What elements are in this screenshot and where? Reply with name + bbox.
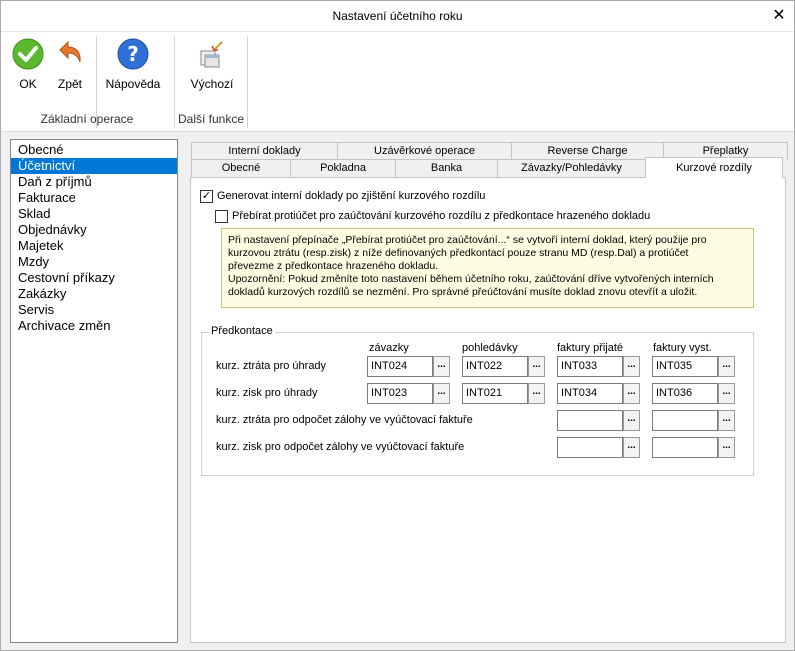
svg-text:?: ? — [127, 42, 139, 66]
sidebar-item-orders[interactable]: Objednávky — [11, 222, 177, 238]
browse-button[interactable]: ... — [718, 437, 735, 458]
sidebar-item-assets[interactable]: Majetek — [11, 238, 177, 254]
ok-button[interactable]: OK — [9, 38, 47, 91]
help-icon: ? — [117, 38, 149, 70]
default-label: Výchozí — [190, 77, 234, 91]
default-settings-icon — [200, 41, 223, 68]
back-button[interactable]: Zpět — [51, 38, 89, 91]
browse-button[interactable]: ... — [623, 437, 640, 458]
sidebar-item-service[interactable]: Servis — [11, 302, 177, 318]
title-bar: Nastavení účetního roku ✕ — [1, 1, 794, 32]
info-note: Při nastavení přepínače „Přebírat protiú… — [221, 228, 754, 308]
predkontace-field-issued-invoices[interactable]: INT036 — [652, 383, 718, 404]
predkontace-row-label: kurz. ztráta pro úhrady — [216, 360, 327, 372]
predkontace-field-payables[interactable]: INT024 — [367, 356, 433, 377]
predkontace-row-label: kurz. zisk pro úhrady — [216, 387, 318, 399]
browse-button[interactable]: ... — [528, 356, 545, 377]
tab-cash-desk[interactable]: Pokladna — [290, 159, 396, 177]
sidebar-item-payroll[interactable]: Mzdy — [11, 254, 177, 270]
note-line: dokladů kurzových rozdílů se nezmění. Pr… — [228, 286, 698, 298]
predkontace-field-receivables[interactable]: INT021 — [462, 383, 528, 404]
predkontace-field-issued-invoices[interactable] — [652, 437, 718, 458]
help-button[interactable]: ? Nápověda — [103, 38, 163, 91]
predkontace-field-received-invoices[interactable] — [557, 410, 623, 431]
tab-bank[interactable]: Banka — [395, 159, 498, 177]
tab-closing-operations[interactable]: Uzávěrkové operace — [337, 142, 512, 160]
help-label: Nápověda — [105, 77, 161, 91]
column-header-issued-invoices: faktury vyst. — [653, 342, 712, 354]
predkontace-row-label: kurz. zisk pro odpočet zálohy ve vyúčtov… — [216, 441, 465, 453]
browse-button[interactable]: ... — [623, 383, 640, 404]
sidebar-item-invoicing[interactable]: Fakturace — [11, 190, 177, 206]
predkontace-field-received-invoices[interactable]: INT033 — [557, 356, 623, 377]
note-line: kurzovou ztrátu (resp.zisk) z níže defin… — [228, 247, 689, 259]
browse-button[interactable]: ... — [623, 410, 640, 431]
browse-button[interactable]: ... — [623, 356, 640, 377]
predkontace-field-received-invoices[interactable]: INT034 — [557, 383, 623, 404]
generate-docs-label: Generovat interní doklady po zjištění ku… — [217, 190, 486, 202]
ok-label: OK — [19, 77, 37, 91]
sidebar-item-travel-orders[interactable]: Cestovní příkazy — [11, 270, 177, 286]
predkontace-row-label: kurz. ztráta pro odpočet zálohy ve vyúčt… — [216, 414, 473, 426]
group-basic-label: Základní operace — [40, 112, 134, 126]
tab-payables-receivables[interactable]: Závazky/Pohledávky — [497, 159, 646, 177]
predkontace-field-payables[interactable]: INT023 — [367, 383, 433, 404]
predkontace-field-issued-invoices[interactable] — [652, 410, 718, 431]
column-header-received-invoices: faktury přijaté — [557, 342, 624, 354]
sidebar-item-accounting[interactable]: Účetnictví — [11, 158, 177, 174]
close-icon[interactable]: ✕ — [768, 5, 790, 27]
window-title: Nastavení účetního roku — [332, 9, 463, 23]
group-more-label: Další funkce — [177, 112, 245, 126]
undo-arrow-icon — [59, 40, 81, 63]
sidebar-item-income-tax[interactable]: Daň z příjmů — [11, 174, 177, 190]
back-label: Zpět — [57, 77, 82, 91]
browse-button[interactable]: ... — [718, 383, 735, 404]
take-counter-account-checkbox[interactable] — [215, 210, 228, 223]
sidebar-item-warehouse[interactable]: Sklad — [11, 206, 177, 222]
predkontace-field-issued-invoices[interactable]: INT035 — [652, 356, 718, 377]
sidebar-item-change-archive[interactable]: Archivace změn — [11, 318, 177, 334]
predkontace-legend: Předkontace — [209, 325, 275, 337]
checkmark-icon — [12, 38, 44, 70]
predkontace-field-receivables[interactable]: INT022 — [462, 356, 528, 377]
take-counter-account-label: Přebírat protiúčet pro zaúčtování kurzov… — [232, 210, 651, 222]
browse-button[interactable]: ... — [433, 383, 450, 404]
tab-exchange-differences[interactable]: Kurzové rozdíly — [645, 157, 783, 178]
tab-internal-documents[interactable]: Interní doklady — [191, 142, 338, 160]
separator — [247, 36, 248, 128]
browse-button[interactable]: ... — [528, 383, 545, 404]
note-line: převezme z předkontace hrazeného dokladu… — [228, 260, 439, 272]
browse-button[interactable]: ... — [433, 356, 450, 377]
ribbon-toolbar: OK Zpět ? Nápověda Základní operace Vých… — [1, 32, 794, 132]
note-line: Upozornění: Pokud změníte toto nastavení… — [228, 273, 714, 285]
predkontace-field-received-invoices[interactable] — [557, 437, 623, 458]
tab-general[interactable]: Obecné — [191, 159, 291, 177]
settings-window: Nastavení účetního roku ✕ OK Zpět ? Nápo… — [0, 0, 795, 651]
column-header-payables: závazky — [369, 342, 409, 354]
default-button[interactable]: Výchozí — [187, 38, 237, 91]
tab-row-2: Obecné Pokladna Banka Závazky/Pohledávky… — [191, 157, 783, 178]
sidebar-item-jobs[interactable]: Zakázky — [11, 286, 177, 302]
tab-reverse-charge[interactable]: Reverse Charge — [511, 142, 664, 160]
sidebar-item-general[interactable]: Obecné — [11, 142, 177, 158]
browse-button[interactable]: ... — [718, 356, 735, 377]
column-header-receivables: pohledávky — [462, 342, 518, 354]
note-line: Při nastavení přepínače „Přebírat protiú… — [228, 234, 707, 246]
browse-button[interactable]: ... — [718, 410, 735, 431]
generate-docs-checkbox[interactable]: ✓ — [200, 190, 213, 203]
settings-category-list[interactable]: Obecné Účetnictví Daň z příjmů Fakturace Skl… — [10, 139, 178, 643]
